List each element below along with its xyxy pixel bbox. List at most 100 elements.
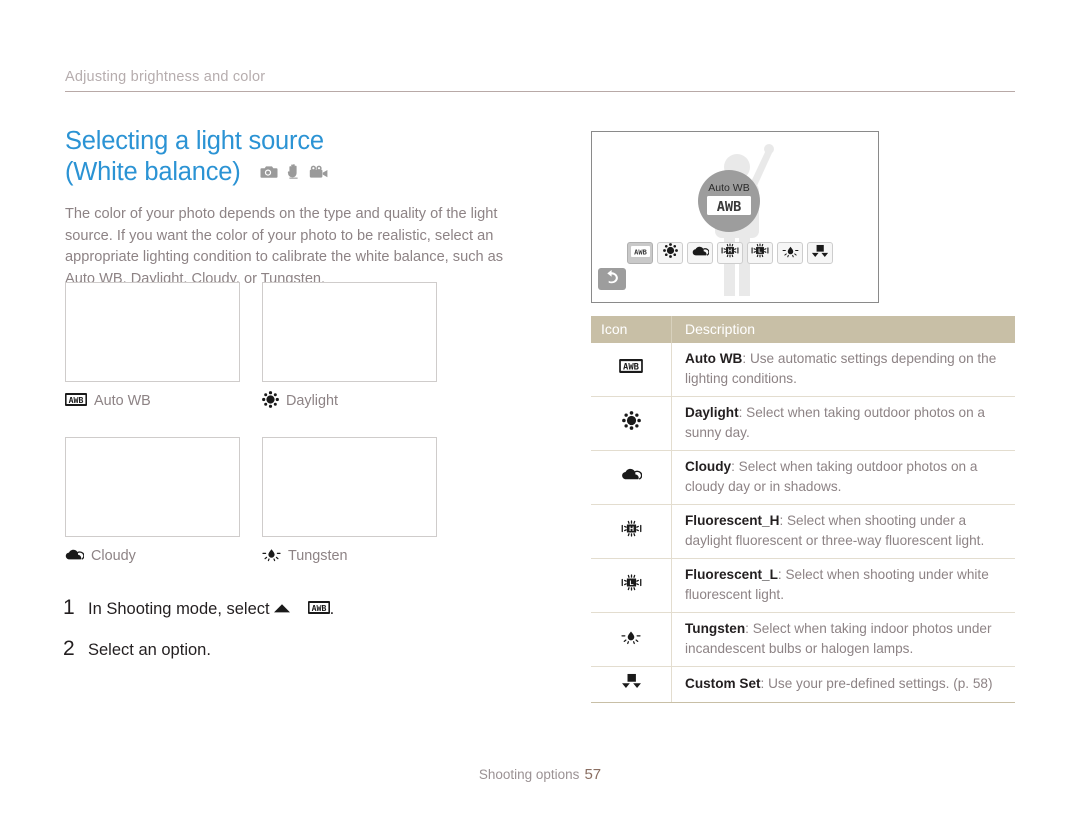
cloudy-icon: [65, 548, 85, 565]
row-description-cell: Fluorescent_H: Select when shooting unde…: [671, 504, 1015, 559]
row-description-cell: Custom Set: Use your pre-defined setting…: [671, 666, 1015, 703]
step-2: 2 Select an option.: [63, 637, 513, 662]
wb-option-daylight[interactable]: [657, 242, 683, 264]
tungsten-icon: [621, 628, 641, 651]
sample-label: Daylight: [286, 393, 338, 409]
sample-image-placeholder: [65, 282, 240, 382]
back-arrow-icon: [605, 269, 620, 289]
daylight-icon: [262, 390, 279, 412]
fluorescent-l-icon: L: [751, 243, 769, 263]
fluorescent-l-icon: L: [621, 573, 642, 597]
page-header: Adjusting brightness and color: [65, 68, 1015, 92]
step-number: 1: [63, 596, 75, 619]
row-description-cell: Daylight: Select when taking outdoor pho…: [671, 396, 1015, 451]
row-icon-cell: [591, 666, 672, 703]
row-description-cell: Tungsten: Select when taking indoor phot…: [671, 612, 1015, 667]
table-row: L Fluorescent_L: Select when shooting un…: [591, 558, 1015, 613]
up-arrow-icon: [272, 597, 292, 621]
svg-text:AWB: AWB: [717, 199, 742, 215]
wb-option-table: Icon Description AWB Auto WB: Use automa…: [591, 316, 1015, 703]
svg-text:AWB: AWB: [311, 603, 326, 613]
svg-text:H: H: [629, 526, 634, 533]
step-number: 2: [63, 637, 75, 660]
fluorescent-h-icon: H: [621, 519, 642, 543]
awb-icon: AWB: [707, 195, 751, 220]
wb-option-tungsten[interactable]: [777, 242, 803, 264]
current-wb-badge: Auto WB AWB: [698, 170, 760, 232]
row-option-desc: : Use your pre-defined settings. (p. 58): [760, 676, 993, 691]
svg-text:AWB: AWB: [634, 248, 647, 256]
awb-icon: AWB: [630, 244, 650, 262]
section-title-line1: Selecting a light source: [65, 127, 324, 155]
sample-caption: Tungsten: [262, 546, 439, 566]
wb-option-fluorescent-l[interactable]: L: [747, 242, 773, 264]
camera-screen-illustration: Auto WB AWB AWB H L: [591, 131, 879, 303]
page-number: 57: [584, 766, 602, 783]
wb-option-cloudy[interactable]: [687, 242, 713, 264]
table-row: AWB Auto WB: Use automatic settings depe…: [591, 343, 1015, 397]
table-row: Daylight: Select when taking outdoor pho…: [591, 396, 1015, 451]
badge-label: Auto WB: [708, 181, 750, 194]
sample-label: Auto WB: [94, 393, 151, 409]
svg-text:AWB: AWB: [69, 394, 84, 404]
custom-set-icon: [621, 673, 642, 695]
svg-text:H: H: [728, 249, 732, 255]
page-footer: Shooting options 57: [0, 766, 1080, 783]
sample-cloudy: Cloudy: [65, 437, 242, 566]
wb-option-fluorescent-h[interactable]: H: [717, 242, 743, 264]
daylight-icon: [662, 243, 678, 263]
awb-icon: AWB: [619, 359, 643, 379]
row-description-cell: Fluorescent_L: Select when shooting unde…: [671, 558, 1015, 613]
custom-set-icon: [811, 244, 829, 263]
row-icon-cell: [591, 450, 672, 505]
awb-icon: AWB: [65, 392, 87, 410]
step-text-after: .: [329, 600, 335, 618]
page-title: Selecting a light source (White balance)…: [65, 126, 520, 188]
svg-text:L: L: [758, 249, 762, 255]
mode-icon-group: P: [260, 156, 329, 186]
section-intro: The color of your photo depends on the t…: [65, 206, 504, 287]
step-1: 1 In Shooting mode, select AWB .: [63, 596, 513, 621]
cloudy-icon: [692, 244, 709, 262]
row-option-name: Auto WB: [685, 351, 743, 366]
fluorescent-h-icon: H: [721, 243, 739, 263]
program-mode-icon: P: [260, 156, 279, 186]
sample-image-placeholder: [262, 437, 437, 537]
cloudy-icon: [621, 467, 642, 487]
tungsten-icon: [262, 546, 281, 566]
section-title-line2: (White balance): [65, 158, 241, 186]
row-icon-cell: [591, 396, 672, 451]
back-button[interactable]: [598, 268, 626, 290]
table-header-description: Description: [671, 316, 1015, 343]
footer-label: Shooting options: [478, 767, 580, 782]
sample-caption: Daylight: [262, 390, 439, 412]
table-row: Tungsten: Select when taking indoor phot…: [591, 612, 1015, 667]
row-description-cell: Cloudy: Select when taking outdoor photo…: [671, 450, 1015, 505]
table-header-row: Icon Description: [591, 316, 1015, 343]
movie-mode-icon: [309, 156, 329, 186]
row-icon-cell: AWB: [591, 343, 672, 397]
sample-caption: Cloudy: [65, 546, 242, 566]
sample-label: Cloudy: [91, 548, 136, 564]
table-row: Custom Set: Use your pre-defined setting…: [591, 666, 1015, 703]
svg-text:L: L: [629, 580, 633, 587]
row-option-name: Custom Set: [685, 676, 761, 691]
row-option-name: Daylight: [685, 405, 739, 420]
wb-option-auto-wb[interactable]: AWB: [627, 242, 653, 264]
wb-option-custom-set[interactable]: [807, 242, 833, 264]
row-description-cell: Auto WB: Use automatic settings dependin…: [671, 343, 1015, 397]
sample-label: Tungsten: [288, 548, 348, 564]
sample-caption: AWB Auto WB: [65, 391, 242, 411]
daylight-icon: [621, 410, 641, 436]
running-head: Adjusting brightness and color: [65, 69, 266, 85]
svg-text:P: P: [273, 173, 277, 179]
row-option-name: Fluorescent_H: [685, 513, 780, 528]
table-header-icon: Icon: [591, 316, 672, 343]
instruction-steps: 1 In Shooting mode, select AWB . 2 Selec…: [63, 596, 513, 662]
sample-image-placeholder: [65, 437, 240, 537]
sample-image-grid: AWB Auto WB Daylight Cloudy Tungsten: [65, 282, 505, 566]
wb-option-bar[interactable]: AWB H L: [627, 242, 833, 264]
sample-tungsten: Tungsten: [262, 437, 439, 566]
step-text: Select an option.: [88, 641, 211, 659]
row-option-name: Fluorescent_L: [685, 567, 778, 582]
